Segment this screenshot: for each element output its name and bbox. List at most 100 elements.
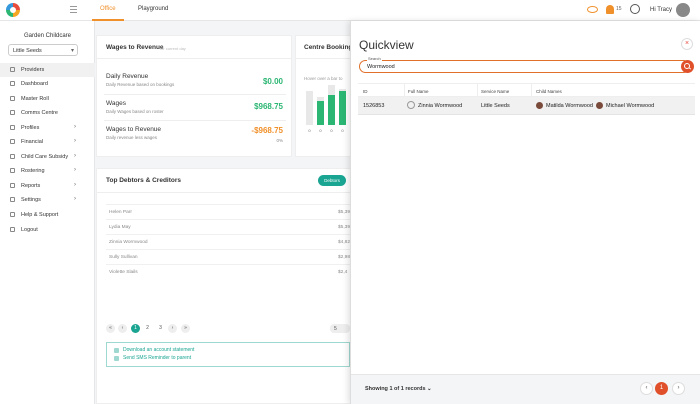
divider [104, 120, 286, 121]
next-page-button[interactable]: › [168, 324, 177, 333]
chart-data-label: 0 [308, 128, 311, 133]
page-button-3[interactable]: 3 [156, 324, 165, 333]
table-row[interactable]: 1526853 Zinnia Wormwood Little Seeds Mat… [358, 97, 695, 115]
table-row[interactable]: Lydia May $5,39 [106, 219, 350, 234]
first-page-button[interactable]: « [106, 324, 115, 333]
records-count-text: Showing 1 of 1 records [365, 386, 426, 392]
column-divider [531, 84, 532, 98]
app-logo[interactable] [6, 3, 20, 17]
chart-bar-capacity[interactable] [306, 91, 313, 125]
menu-toggle-icon[interactable] [70, 6, 77, 13]
child-name-link[interactable]: Matilda Wormwood [546, 103, 593, 109]
divider [295, 58, 355, 59]
quickview-title: Quickview [359, 38, 414, 52]
debtor-name: Helen Parr [109, 210, 132, 215]
column-divider [404, 84, 405, 98]
search-field[interactable] [359, 60, 690, 73]
sidebar-item-child-care-subsidy[interactable]: Child Care Subsidy › [0, 150, 95, 164]
page-button-1[interactable]: 1 [131, 324, 140, 333]
child-avatar [596, 102, 603, 109]
column-header-id[interactable]: ID [363, 89, 368, 94]
page-button-1[interactable]: 1 [655, 382, 668, 395]
sidebar-item-reports[interactable]: Reports › [0, 179, 95, 193]
row-desc: Daily Revenue based on bookings [106, 82, 175, 87]
column-header-child-names[interactable]: Child Names [536, 89, 562, 94]
close-icon[interactable]: × [681, 38, 693, 50]
sidebar-item-providers[interactable]: Providers [0, 63, 95, 77]
search-icon[interactable] [681, 60, 694, 73]
chart-bar[interactable] [328, 95, 335, 125]
sidebar-item-label: Rostering [21, 168, 45, 174]
eye-icon[interactable] [587, 6, 598, 13]
mail-icon [10, 110, 15, 115]
sidebar-item-label: Providers [21, 67, 45, 73]
row-name: Wages to Revenue [106, 126, 162, 133]
sidebar-item-help-support[interactable]: Help & Support [0, 208, 95, 222]
tab-office[interactable]: Office [100, 6, 116, 12]
child-name-link[interactable]: Michael Wormwood [606, 103, 654, 109]
row-service-name: Little Seeds [481, 103, 510, 109]
sms-icon [114, 356, 119, 361]
sidebar-item-dashboard[interactable]: Dashboard [0, 77, 95, 91]
debtor-amount: $5,39 [338, 225, 351, 230]
page-button-2[interactable]: 2 [143, 324, 152, 333]
column-header-full-name[interactable]: Full Name [408, 89, 429, 94]
chart-bar[interactable] [317, 101, 324, 125]
row-full-name[interactable]: Zinnia Wormwood [418, 103, 462, 109]
sidebar-item-financial[interactable]: Financial › [0, 135, 95, 149]
debtor-amount: $5,39 [338, 210, 351, 215]
records-count[interactable]: Showing 1 of 1 records ⌄ [365, 386, 432, 392]
table-row[interactable]: Sully Sullivan $2,98 [106, 249, 350, 264]
chart-bar[interactable] [339, 91, 346, 125]
divider [96, 58, 292, 59]
divider [104, 94, 286, 95]
active-tab-indicator [92, 19, 124, 21]
send-sms-reminder-link[interactable]: Send SMS Reminder to parent [123, 355, 191, 361]
sidebar-item-settings[interactable]: Settings › [0, 193, 95, 207]
money-icon [10, 139, 15, 144]
download-icon [114, 348, 119, 353]
debtor-amount: $4,82 [338, 240, 351, 245]
download-statement-link[interactable]: Download an account statement [123, 347, 194, 353]
building-icon [10, 67, 15, 72]
sidebar-item-comms-centre[interactable]: Comms Centre [0, 106, 95, 120]
search-input[interactable] [367, 63, 667, 71]
user-greeting[interactable]: Hi Tracy [650, 7, 672, 13]
debtor-name: Zinnia Wormwood [109, 240, 148, 245]
subsidy-icon [10, 154, 15, 159]
sidebar-item-label: Reports [21, 183, 41, 189]
sidebar-item-label: Child Care Subsidy [21, 154, 69, 160]
avatar[interactable] [676, 3, 690, 17]
page-size-select[interactable]: 5 [330, 324, 350, 333]
sidebar-item-rostering[interactable]: Rostering › [0, 164, 95, 178]
sidebar-item-logout[interactable]: Logout [0, 223, 95, 237]
service-select[interactable]: Little Seeds [8, 44, 78, 56]
table-row[interactable]: Zinnia Wormwood $4,82 [106, 234, 350, 249]
debtors-card-title: Top Debtors & Creditors [106, 177, 181, 184]
column-header-service-name[interactable]: Service Name [481, 89, 509, 94]
report-icon [10, 183, 15, 188]
last-page-button[interactable]: » [181, 324, 190, 333]
row-name: Daily Revenue [106, 73, 149, 80]
sidebar-item-master-roll[interactable]: Master Roll [0, 92, 95, 106]
sidebar-item-label: Dashboard [21, 81, 48, 87]
sidebar-item-label: Settings [21, 197, 41, 203]
bookings-hint: Hover over a bar to [304, 76, 343, 81]
next-page-button[interactable]: › [672, 382, 685, 395]
chat-icon[interactable] [630, 4, 640, 14]
wages-card-subtitle: for current day [160, 46, 186, 51]
bell-icon[interactable] [606, 5, 614, 14]
prev-page-button[interactable]: ‹ [118, 324, 127, 333]
row-desc: Daily Wages based on roster [106, 109, 164, 114]
table-row[interactable]: Helen Parr $5,39 [106, 204, 350, 219]
debtors-toggle-button[interactable]: Debtors [318, 175, 346, 186]
sidebar-item-profiles[interactable]: Profiles › [0, 121, 95, 135]
results-table-header: ID Full Name Service Name Child Names [358, 83, 695, 98]
prev-page-button[interactable]: ‹ [640, 382, 653, 395]
table-row[interactable]: Violette Slails $2,4 [106, 264, 350, 279]
sidebar-item-label: Master Roll [21, 96, 49, 102]
row-name: Wages [106, 100, 126, 107]
tab-playground[interactable]: Playground [138, 6, 168, 12]
list-icon [10, 96, 15, 101]
sidebar-item-label: Profiles [21, 125, 40, 131]
